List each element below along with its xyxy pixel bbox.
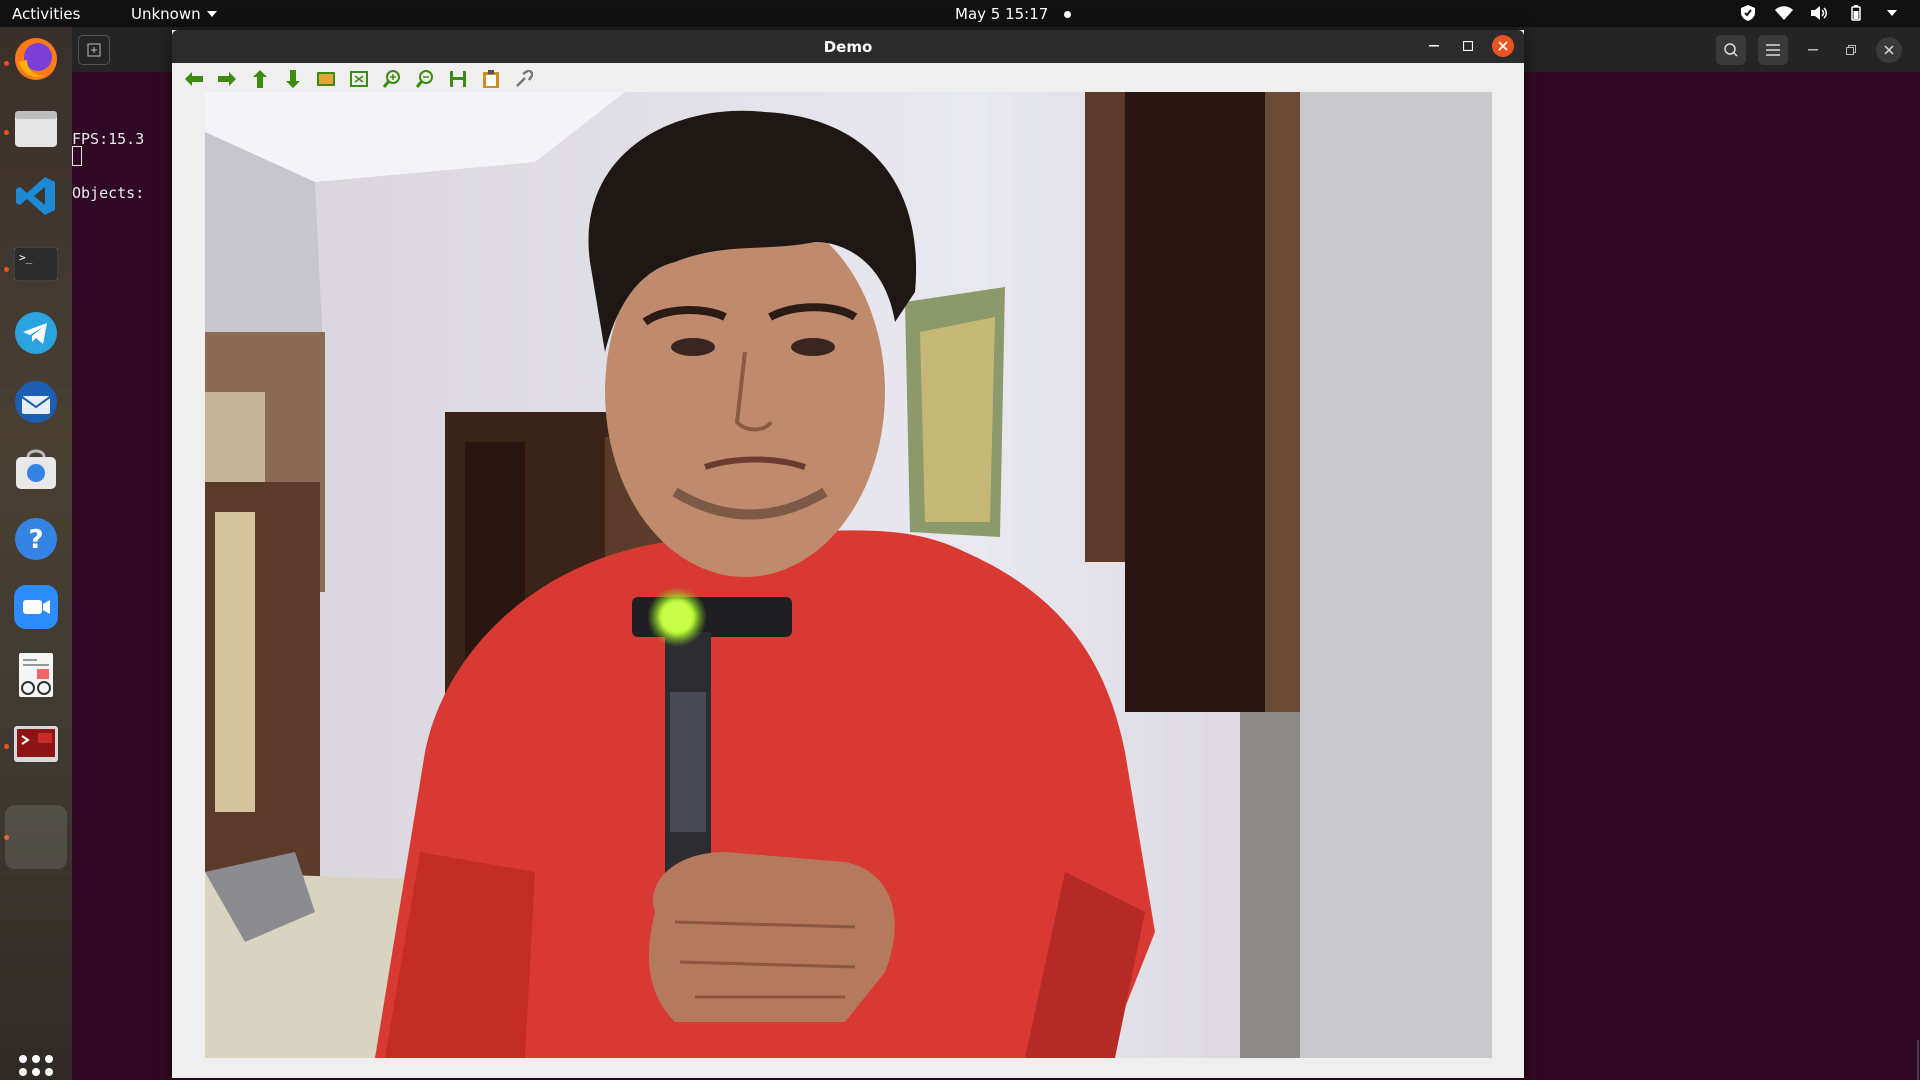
chevron-down-icon	[206, 11, 217, 17]
search-icon[interactable]	[1716, 35, 1746, 65]
new-tab-icon[interactable]	[78, 35, 110, 65]
zoom-in-icon[interactable]	[380, 67, 404, 91]
app-menu[interactable]: Unknown	[131, 5, 217, 23]
remote-desktop-icon[interactable]	[11, 719, 61, 769]
files-icon[interactable]	[11, 103, 61, 153]
window-titlebar[interactable]: Demo	[172, 30, 1524, 63]
minimize-icon[interactable]	[1800, 37, 1826, 63]
properties-icon[interactable]	[512, 67, 536, 91]
pan-down-icon[interactable]	[281, 67, 305, 91]
save-icon[interactable]	[446, 67, 470, 91]
terminal-cursor	[72, 146, 82, 166]
terminal-icon[interactable]: >_	[11, 239, 61, 289]
dock: >_ ?	[0, 27, 72, 1080]
shield-icon[interactable]	[1738, 3, 1758, 23]
battery-icon[interactable]	[1846, 3, 1866, 23]
resize-grip[interactable]	[1912, 1040, 1920, 1080]
image-toolbar	[172, 63, 1524, 95]
camera-image	[205, 92, 1492, 1058]
vscode-icon[interactable]	[11, 171, 61, 221]
terminal-output: FPS:15.3 Objects:	[72, 94, 144, 238]
wifi-icon[interactable]	[1774, 3, 1794, 23]
top-bar: Activities Unknown May 5 15:17	[0, 0, 1920, 27]
firefox-icon[interactable]	[11, 34, 61, 84]
chevron-down-icon[interactable]	[1882, 3, 1902, 23]
zoom-image-icon[interactable]	[314, 67, 338, 91]
activities-button[interactable]: Activities	[12, 5, 80, 23]
pan-up-icon[interactable]	[248, 67, 272, 91]
demo-window[interactable]: Demo	[172, 30, 1524, 1078]
restore-icon[interactable]	[1838, 37, 1864, 63]
demo-window-icon[interactable]	[5, 805, 67, 869]
svg-text:?: ?	[28, 525, 43, 555]
pan-right-icon[interactable]	[215, 67, 239, 91]
terminal-controls	[1716, 35, 1902, 65]
copy-icon[interactable]	[479, 67, 503, 91]
volume-icon[interactable]	[1810, 3, 1830, 23]
pan-left-icon[interactable]	[182, 67, 206, 91]
software-store-icon[interactable]	[11, 445, 61, 495]
show-applications-icon[interactable]	[19, 1055, 53, 1080]
minimize-icon[interactable]	[1424, 36, 1444, 56]
running-indicator	[4, 61, 9, 66]
help-icon[interactable]: ?	[11, 514, 61, 564]
app-menu-label: Unknown	[131, 5, 201, 23]
zoom-fit-icon[interactable]	[347, 67, 371, 91]
system-tray[interactable]	[1738, 3, 1902, 23]
maximize-icon[interactable]	[1458, 36, 1478, 56]
window-controls	[1424, 35, 1514, 57]
document-viewer-icon[interactable]	[11, 651, 61, 701]
window-title: Demo	[823, 38, 873, 56]
running-indicator	[4, 130, 9, 135]
zoom-icon[interactable]	[11, 582, 61, 632]
telegram-icon[interactable]	[11, 308, 61, 358]
close-icon[interactable]	[1492, 35, 1514, 57]
clock[interactable]: May 5 15:17	[955, 5, 1072, 23]
hamburger-menu-icon[interactable]	[1758, 35, 1788, 65]
running-indicator	[4, 267, 9, 272]
fps-readout: FPS:15.3	[72, 130, 145, 148]
close-icon[interactable]	[1876, 37, 1902, 63]
thunderbird-icon[interactable]	[11, 377, 61, 427]
clock-label: May 5 15:17	[955, 5, 1049, 23]
svg-text:>_: >_	[19, 251, 33, 264]
notification-dot-icon	[1064, 10, 1072, 18]
camera-frame	[205, 92, 1492, 1058]
zoom-out-icon[interactable]	[413, 67, 437, 91]
objects-readout: Objects:	[72, 184, 145, 202]
running-indicator	[4, 744, 9, 749]
